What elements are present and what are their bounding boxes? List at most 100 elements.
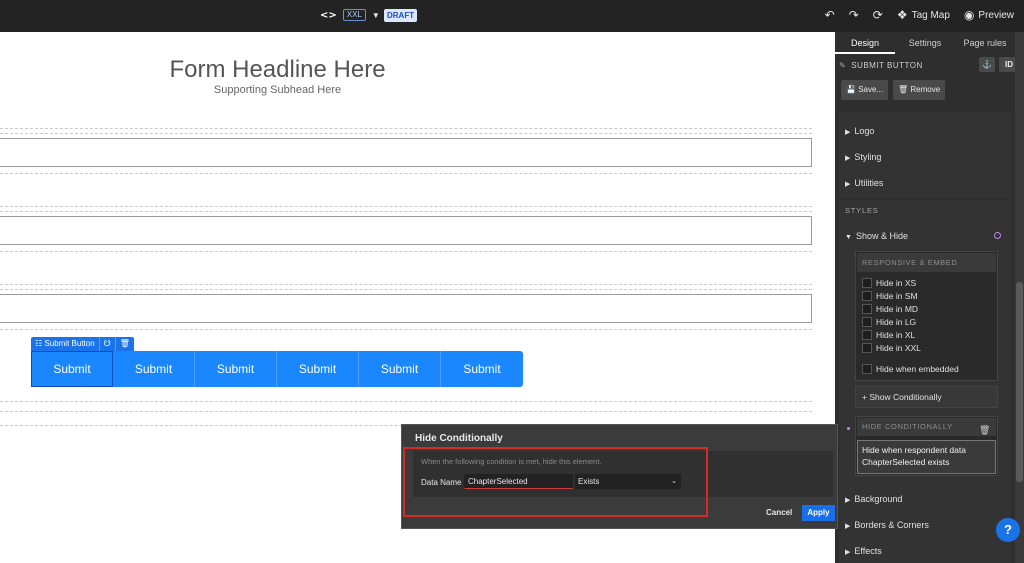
hide-embedded-checkbox[interactable]: Hide when embedded	[862, 364, 959, 374]
tag-map-button[interactable]: ❖ Tag Map	[897, 8, 950, 22]
apply-button[interactable]: Apply	[802, 505, 835, 521]
checkbox[interactable]	[862, 364, 872, 374]
modified-dot-icon	[847, 427, 850, 430]
checkbox[interactable]	[862, 343, 872, 353]
submit-button-group: Submit Submit Submit Submit Submit Submi…	[31, 351, 523, 387]
submit-button[interactable]: Submit	[441, 351, 523, 387]
save-label: Save...	[858, 85, 884, 94]
undo-icon[interactable]: ↶	[825, 8, 835, 22]
accordion-background[interactable]: ▶ Background	[845, 494, 902, 504]
form-field[interactable]	[0, 294, 812, 323]
form-subhead[interactable]: Supporting Subhead Here	[0, 84, 555, 96]
checkbox[interactable]	[862, 291, 872, 301]
breakpoint-badge[interactable]: XXL	[342, 9, 366, 21]
accordion-utilities[interactable]: ▶ Utilities	[845, 178, 883, 188]
responsive-embed-heading: RESPONSIVE & EMBED	[857, 253, 996, 272]
section-divider	[0, 284, 812, 285]
responsive-embed-box: RESPONSIVE & EMBED Hide in XS Hide in SM…	[855, 251, 998, 381]
tab-design[interactable]: Design	[835, 32, 895, 54]
section-divider	[0, 133, 812, 134]
accordion-borders-corners[interactable]: ▶ Borders & Corners	[845, 520, 929, 530]
history-icon[interactable]: ⟳	[873, 8, 883, 22]
hide-xs-checkbox[interactable]: Hide in XS	[862, 278, 916, 288]
app-root: <> XXL ▼ DRAFT ↶ ↷ ⟳ ❖ Tag Map ◉ Preview…	[0, 0, 1024, 563]
section-divider	[0, 173, 812, 174]
hide-xl-checkbox[interactable]: Hide in XL	[862, 330, 915, 340]
accordion-label: Styling	[854, 152, 882, 162]
trash-icon[interactable]: 🗑	[979, 421, 991, 439]
submit-button[interactable]: Submit	[195, 351, 277, 387]
show-conditionally-button[interactable]: + Show Conditionally	[855, 386, 998, 408]
preview-label: Preview	[978, 9, 1014, 21]
trash-icon[interactable]: 🗑	[116, 337, 134, 351]
hide-condition-rule[interactable]: Hide when respondent data ChapterSelecte…	[857, 440, 996, 474]
chevron-down-icon: ▼	[845, 234, 852, 241]
modified-indicator-icon	[994, 232, 1001, 239]
remove-button[interactable]: 🗑 Remove	[893, 80, 946, 100]
checkbox-label: Hide when embedded	[876, 364, 959, 374]
draft-badge: DRAFT	[384, 9, 418, 22]
chevron-down-icon[interactable]: ▼	[372, 11, 380, 20]
checkbox-label: Hide in XL	[876, 330, 916, 340]
chevron-right-icon: ▶	[845, 181, 851, 188]
accordion-styling[interactable]: ▶ Styling	[845, 152, 881, 162]
checkbox[interactable]	[862, 317, 872, 327]
panel-scrollbar[interactable]	[1015, 32, 1024, 563]
pin-icon[interactable]: ☋	[100, 337, 116, 351]
dialog-title: Hide Conditionally	[415, 433, 503, 444]
trash-icon: 🗑	[898, 85, 909, 94]
hide-sm-checkbox[interactable]: Hide in SM	[862, 291, 918, 301]
submit-button[interactable]: Submit	[31, 351, 113, 387]
tab-page-rules[interactable]: Page rules	[955, 32, 1015, 54]
cancel-button[interactable]: Cancel	[766, 508, 792, 517]
accordion-label: Show & Hide	[855, 231, 908, 241]
accordion-effects[interactable]: ▶ Effects	[845, 546, 882, 556]
checkbox[interactable]	[862, 304, 872, 314]
pencil-icon[interactable]: ✎	[839, 61, 846, 70]
hide-xxl-checkbox[interactable]: Hide in XXL	[862, 343, 921, 353]
remove-label: Remove	[910, 85, 941, 94]
eye-icon: ◉	[963, 8, 975, 22]
section-divider	[0, 206, 812, 207]
chevron-right-icon: ▶	[845, 523, 851, 530]
section-divider	[0, 411, 812, 412]
anchor-button[interactable]: ⚓	[979, 57, 995, 72]
form-headline[interactable]: Form Headline Here	[0, 56, 555, 84]
hide-conditionally-heading: HIDE CONDITIONALLY 🗑	[857, 418, 996, 436]
checkbox-label: Hide in SM	[876, 291, 918, 301]
save-button[interactable]: 💾 Save...	[841, 80, 889, 100]
hide-md-checkbox[interactable]: Hide in MD	[862, 304, 918, 314]
form-field[interactable]	[0, 216, 812, 245]
submit-button-tag-label[interactable]: ☷ Submit Button	[31, 337, 100, 351]
section-divider	[0, 289, 812, 290]
section-divider	[0, 128, 812, 129]
submit-button[interactable]: Submit	[113, 351, 195, 387]
hide-lg-checkbox[interactable]: Hide in LG	[862, 317, 916, 327]
accordion-label: Logo	[854, 126, 875, 136]
accordion-logo[interactable]: ▶ Logo	[845, 126, 874, 136]
hide-conditionally-box: HIDE CONDITIONALLY 🗑 Hide when respondent…	[855, 416, 998, 476]
submit-button[interactable]: Submit	[277, 351, 359, 387]
checkbox[interactable]	[862, 330, 872, 340]
selection-tag-name: Submit Button	[44, 339, 95, 348]
scrollbar-thumb[interactable]	[1016, 282, 1023, 482]
tag-map-label: Tag Map	[911, 9, 950, 21]
form-field[interactable]	[0, 138, 812, 167]
selected-element-name: SUBMIT BUTTON	[851, 60, 923, 70]
checkbox[interactable]	[862, 278, 872, 288]
accordion-show-hide[interactable]: ▼ Show & Hide	[845, 231, 908, 241]
checkbox-label: Hide in XS	[876, 278, 917, 288]
chevron-right-icon: ▶	[845, 155, 851, 162]
tab-settings[interactable]: Settings	[895, 32, 955, 54]
preview-button[interactable]: ◉ Preview	[964, 8, 1014, 22]
breakpoint-switcher[interactable]: <> XXL ▼	[320, 9, 380, 21]
redo-icon[interactable]: ↷	[849, 8, 859, 22]
toolbar-actions: ↶ ↷ ⟳ ❖ Tag Map ◉ Preview	[825, 8, 1014, 22]
selection-tag[interactable]: ☷ Submit Button ☋ 🗑	[31, 337, 134, 351]
panel-tabs: Design Settings Page rules	[835, 32, 1015, 54]
help-button[interactable]: ?	[996, 518, 1020, 542]
checkbox-label: Hide in MD	[876, 304, 919, 314]
top-toolbar: <> XXL ▼ DRAFT ↶ ↷ ⟳ ❖ Tag Map ◉ Preview	[0, 0, 1024, 32]
code-icon[interactable]: <>	[320, 10, 337, 21]
submit-button[interactable]: Submit	[359, 351, 441, 387]
